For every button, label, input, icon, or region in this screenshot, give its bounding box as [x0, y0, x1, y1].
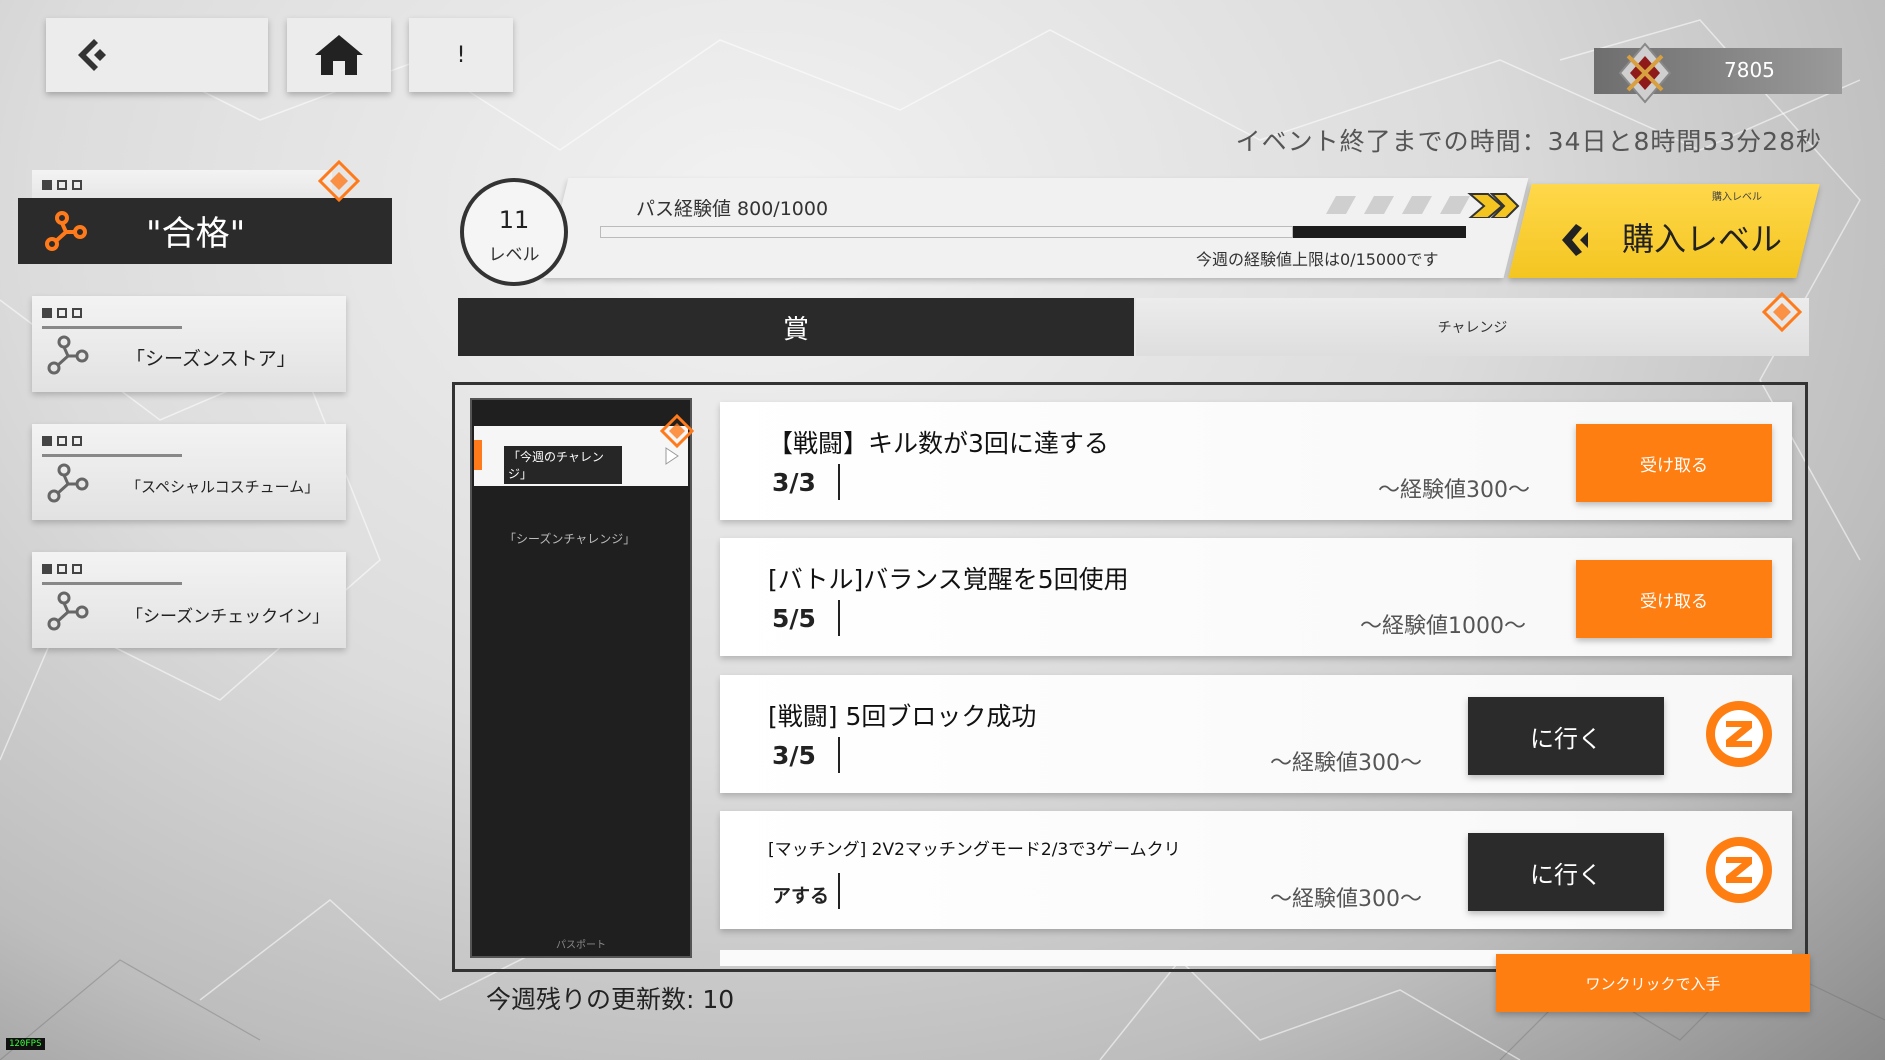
- go-button[interactable]: に行く: [1468, 833, 1664, 911]
- home-button[interactable]: [287, 18, 391, 92]
- quest-exp: ～経験値1000～: [1360, 614, 1526, 639]
- buy-level-label: 購入レベル: [1622, 220, 1783, 258]
- quest-row: [戦闘] 5回ブロック成功 3/5 ～経験値300～ に行く: [720, 675, 1792, 793]
- go-z-icon[interactable]: [1704, 835, 1774, 905]
- nav-item-special-costume[interactable]: 「スペシャルコスチューム」: [32, 424, 346, 520]
- pass-exp-label: パス経験値 800/1000: [636, 198, 829, 220]
- diamond-marker-icon: [318, 160, 360, 202]
- network-icon: [47, 335, 89, 375]
- passport-footer: パスポート: [556, 940, 606, 951]
- quest-divider: [838, 464, 840, 500]
- go-z-icon[interactable]: [1704, 699, 1774, 769]
- category-weekly-label: 「今週のチャレンジ」: [504, 446, 622, 484]
- claim-button[interactable]: 受け取る: [1576, 424, 1772, 502]
- nav-item-pass[interactable]: "合格": [18, 198, 392, 264]
- quest-progress: 5/5: [772, 604, 816, 633]
- quest-progress: アする: [772, 885, 830, 907]
- category-season-challenge[interactable]: 「シーズンチャレンジ」: [480, 516, 688, 560]
- network-icon: [47, 591, 89, 631]
- nav-item-label: 「シーズンストア」: [126, 348, 296, 370]
- level-badge: 11 レベル: [460, 178, 568, 286]
- quest-progress: 3/3: [772, 468, 816, 497]
- pass-exp-bar: [600, 226, 1466, 238]
- stripe-decoration: [1326, 193, 1520, 218]
- chevron-right-icon: [665, 447, 679, 465]
- nav-active-tab-strip: [32, 170, 332, 200]
- claim-button[interactable]: 受け取る: [1576, 560, 1772, 638]
- quest-row: [マッチング] 2V2マッチングモード2/3で3ゲームクリ アする ～経験値30…: [720, 811, 1792, 929]
- chevron-left-icon: [1562, 224, 1588, 256]
- diamond-marker-icon: [660, 414, 694, 448]
- fps-counter: 120FPS: [6, 1038, 45, 1050]
- quest-title: [バトル]バランス覚醒を5回使用: [768, 565, 1129, 594]
- level-label: レベル: [488, 245, 540, 265]
- remaining-refresh-count: 今週残りの更新数: 10: [486, 985, 735, 1014]
- quest-exp: ～経験値300～: [1378, 478, 1530, 503]
- nav-item-season-store[interactable]: 「シーズンストア」: [32, 296, 346, 392]
- currency-emblem-icon: [1618, 42, 1672, 104]
- back-button[interactable]: [46, 18, 268, 92]
- quest-exp: ～経験値300～: [1270, 751, 1422, 776]
- category-weekly-challenge[interactable]: 「今週のチャレンジ」: [474, 426, 688, 486]
- quest-title: [戦闘] 5回ブロック成功: [768, 702, 1037, 731]
- one-click-claim-button[interactable]: ワンクリックで入手: [1496, 954, 1810, 1012]
- quest-divider: [838, 737, 840, 773]
- info-button[interactable]: !: [409, 18, 513, 92]
- selected-accent: [474, 440, 482, 470]
- network-icon: [45, 211, 87, 251]
- buy-level-small-label: 購入レベル: [1712, 192, 1762, 203]
- back-icon: [78, 39, 106, 71]
- quest-progress: 3/5: [772, 741, 816, 770]
- event-timer: イベント終了までの時間：34日と8時間53分28秒: [1235, 127, 1822, 156]
- quest-divider: [838, 600, 840, 636]
- home-icon: [315, 35, 363, 75]
- weekly-exp-cap: 今週の経験値上限は0/15000です: [1196, 250, 1439, 269]
- currency-display: 7805: [1594, 42, 1842, 104]
- nav-item-label: 「スペシャルコスチューム」: [126, 478, 320, 496]
- tab-reward[interactable]: 賞: [458, 298, 1134, 356]
- nav-item-label: 「シーズンチェックイン」: [126, 607, 330, 627]
- quest-row: [バトル]バランス覚醒を5回使用 5/5 ～経験値1000～ 受け取る: [720, 538, 1792, 656]
- tab-challenge[interactable]: チャレンジ: [1136, 298, 1809, 356]
- quest-title: 【戦闘】キル数が3回に達する: [768, 429, 1109, 458]
- quest-exp: ～経験値300～: [1270, 887, 1422, 912]
- go-button[interactable]: に行く: [1468, 697, 1664, 775]
- nav-item-pass-label: "合格": [146, 214, 246, 254]
- diamond-marker-icon: [1762, 292, 1802, 332]
- pass-exp-bar-fill: [600, 226, 1293, 238]
- level-number: 11: [498, 206, 530, 234]
- network-icon: [47, 463, 89, 503]
- nav-item-season-checkin[interactable]: 「シーズンチェックイン」: [32, 552, 346, 648]
- quest-divider: [838, 873, 840, 909]
- quest-title: [マッチング] 2V2マッチングモード2/3で3ゲームクリ: [768, 840, 1181, 860]
- currency-value: 7805: [1724, 58, 1775, 82]
- quest-row: 【戦闘】キル数が3回に達する 3/3 ～経験値300～ 受け取る: [720, 402, 1792, 520]
